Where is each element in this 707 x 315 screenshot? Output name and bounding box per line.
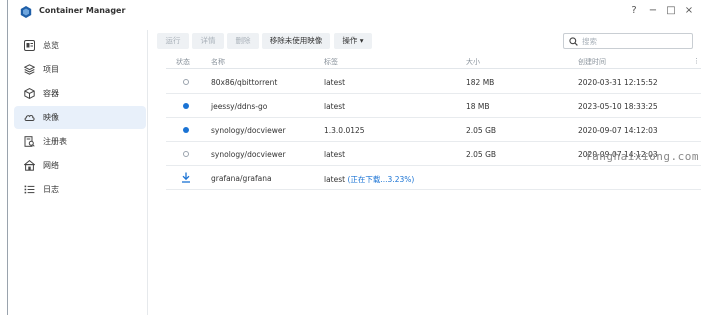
sidebar-item-project[interactable]: 项目 xyxy=(14,58,146,81)
table-row[interactable]: jeessy/ddns-go latest 18 MB 2023-05-10 1… xyxy=(166,94,701,118)
image-name: grafana/grafana xyxy=(211,174,272,183)
close-icon[interactable]: × xyxy=(683,5,695,17)
registry-icon xyxy=(24,136,35,147)
help-icon[interactable]: ? xyxy=(628,5,640,17)
table-row[interactable]: grafana/grafana latest (正在下载...3.23%) xyxy=(166,166,701,190)
sidebar-item-container[interactable]: 容器 xyxy=(14,82,146,105)
sidebar: 总览 项目 容器 映像 注册表 网络 日志 xyxy=(8,30,148,315)
column-menu-icon[interactable]: ⋮ xyxy=(693,57,700,65)
sidebar-item-network[interactable]: 网络 xyxy=(14,154,146,177)
search-icon xyxy=(569,37,578,46)
minimize-icon[interactable]: − xyxy=(647,5,659,17)
delete-button[interactable]: 删除 xyxy=(227,33,259,49)
image-tag: latest xyxy=(324,175,346,184)
sidebar-item-overview[interactable]: 总览 xyxy=(14,34,146,57)
image-tag: latest xyxy=(324,78,346,87)
status-stopped-icon xyxy=(183,79,189,85)
table-row[interactable]: 80x86/qbittorrent latest 182 MB 2020-03-… xyxy=(166,70,701,94)
actions-dropdown-button[interactable]: 操作 ▾ xyxy=(334,33,372,49)
container-manager-logo-icon xyxy=(20,6,32,18)
container-icon xyxy=(24,88,35,99)
image-tag: 1.3.0.0125 xyxy=(324,126,365,135)
image-icon xyxy=(24,115,35,121)
image-name: synology/docviewer xyxy=(211,150,286,159)
status-stopped-icon xyxy=(183,151,189,157)
run-button[interactable]: 运行 xyxy=(157,33,189,49)
image-tag: latest xyxy=(324,102,346,111)
image-name: 80x86/qbittorrent xyxy=(211,78,278,87)
search-input[interactable] xyxy=(582,35,687,47)
table-header: 状态 名称 标签 大小 创建时间 ⋮ xyxy=(166,55,701,69)
sidebar-item-label: 总览 xyxy=(43,41,59,50)
column-header-status[interactable]: 状态 xyxy=(176,57,190,67)
project-icon xyxy=(24,64,35,75)
log-icon xyxy=(24,185,35,194)
app-title: Container Manager xyxy=(39,6,126,15)
image-size: 18 MB xyxy=(466,102,490,111)
sidebar-item-label: 日志 xyxy=(43,185,59,194)
image-tag: latest xyxy=(324,150,346,159)
download-progress: (正在下载...3.23%) xyxy=(347,175,415,184)
title-bar: Container Manager ? − □ × xyxy=(8,0,707,24)
image-created: 2020-09-07 14:12:03 xyxy=(578,126,658,135)
image-created: 2020-03-31 12:15:52 xyxy=(578,78,658,87)
image-name: jeessy/ddns-go xyxy=(211,102,268,111)
overview-icon xyxy=(24,40,35,51)
container-manager-window: Container Manager ? − □ × 总览 项目 容器 映像 注册… xyxy=(7,0,707,315)
status-running-icon xyxy=(183,127,189,133)
sidebar-item-label: 项目 xyxy=(43,65,59,74)
sidebar-item-registry[interactable]: 注册表 xyxy=(14,130,146,153)
sidebar-item-label: 注册表 xyxy=(43,137,67,146)
column-header-name[interactable]: 名称 xyxy=(211,57,225,67)
image-size: 2.05 GB xyxy=(466,126,497,135)
sidebar-item-label: 网络 xyxy=(43,161,59,170)
image-name: synology/docviewer xyxy=(211,126,286,135)
column-header-tag[interactable]: 标签 xyxy=(324,57,338,67)
table-row[interactable]: synology/docviewer 1.3.0.0125 2.05 GB 20… xyxy=(166,118,701,142)
details-button[interactable]: 详情 xyxy=(192,33,224,49)
image-size: 2.05 GB xyxy=(466,150,497,159)
column-header-size[interactable]: 大小 xyxy=(466,57,480,67)
column-header-created[interactable]: 创建时间 xyxy=(578,57,606,67)
search-box[interactable] xyxy=(563,33,693,49)
sidebar-item-log[interactable]: 日志 xyxy=(14,178,146,201)
network-icon xyxy=(24,160,35,171)
download-icon xyxy=(182,172,190,183)
image-created: 2023-05-10 18:33:25 xyxy=(578,102,658,111)
sidebar-item-label: 映像 xyxy=(43,113,59,122)
sidebar-item-label: 容器 xyxy=(43,89,59,98)
image-tag-cell: latest (正在下载...3.23%) xyxy=(324,174,414,185)
status-running-icon xyxy=(183,103,189,109)
image-size: 182 MB xyxy=(466,78,495,87)
remove-unused-images-button[interactable]: 移除未使用映像 xyxy=(262,33,330,49)
watermark-text: fanghaixiong.com xyxy=(585,150,699,163)
sidebar-item-image[interactable]: 映像 xyxy=(14,106,146,129)
maximize-icon[interactable]: □ xyxy=(665,5,677,17)
